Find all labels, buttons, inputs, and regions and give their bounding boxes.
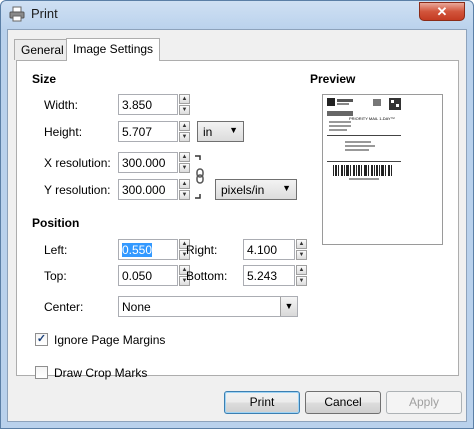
bottom-field[interactable]: 5.243 [243,265,295,286]
left-label: Left: [44,243,68,257]
bottom-spinner[interactable]: ▲ ▼ [296,265,307,286]
spin-down-icon[interactable]: ▼ [296,250,307,260]
tab-general-label: General [21,43,64,57]
image-settings-panel: Size Width: 3.850 ▲ ▼ Height: 5.707 ▲ ▼ in… [16,60,459,380]
print-button[interactable]: Print [224,391,300,414]
size-unit-value: in [203,125,213,139]
print-dialog: Print ✕ General Image Settings Size Widt… [0,0,474,429]
right-value: 4.100 [247,243,278,257]
crop-marks-label[interactable]: Draw Crop Marks [54,366,147,380]
size-header: Size [32,72,57,86]
center-select[interactable]: None ▼ [118,296,298,317]
dropdown-arrow-icon: ▼ [229,125,238,135]
top-field[interactable]: 0.050 [118,265,178,286]
chevron-down-icon[interactable]: ▼ [280,297,297,316]
x-resolution-field[interactable]: 300.000 [118,152,178,173]
spin-down-icon[interactable]: ▼ [179,105,190,115]
tab-image-settings[interactable]: Image Settings [66,38,161,61]
spin-down-icon[interactable]: ▼ [179,190,190,200]
window-title: Print [31,6,58,21]
printer-icon [9,6,25,22]
resolution-unit-value: pixels/in [221,183,265,197]
right-field[interactable]: 4.100 [243,239,295,260]
y-resolution-value: 300.000 [122,183,166,197]
apply-button[interactable]: Apply [386,391,462,414]
height-spinner[interactable]: ▲ ▼ [179,121,190,142]
height-value: 5.707 [122,125,153,139]
shipping-label-preview: PRIORITY MAIL 1-DAY™ [327,98,401,180]
height-label: Height: [44,125,83,139]
spin-up-icon[interactable]: ▲ [179,179,190,189]
right-label: Right: [186,243,218,257]
spin-up-icon[interactable]: ▲ [179,94,190,104]
bottom-label: Bottom: [186,269,228,283]
close-button[interactable]: ✕ [419,2,465,21]
checkmark-icon: ✓ [36,333,47,345]
center-value: None [122,300,151,314]
x-resolution-label: X resolution: [44,156,111,170]
y-resolution-field[interactable]: 300.000 [118,179,178,200]
preview-pane: PRIORITY MAIL 1-DAY™ [322,94,443,245]
width-spinner[interactable]: ▲ ▼ [179,94,190,115]
spin-up-icon[interactable]: ▲ [179,121,190,131]
spin-up-icon[interactable]: ▲ [296,265,307,275]
preview-label-title: PRIORITY MAIL 1-DAY™ [349,116,395,121]
position-header: Position [32,216,80,230]
top-value: 0.050 [122,269,153,283]
size-unit-select[interactable]: in ▼ [197,121,244,142]
ignore-margins-checkbox[interactable]: ✓ [35,333,48,346]
crop-marks-checkbox[interactable] [35,366,48,379]
height-field[interactable]: 5.707 [118,121,178,142]
preview-header: Preview [310,72,356,86]
dropdown-arrow-icon: ▼ [282,183,291,193]
center-label: Center: [44,300,84,314]
ignore-margins-label[interactable]: Ignore Page Margins [54,333,165,347]
cancel-button[interactable]: Cancel [305,391,381,414]
width-label: Width: [44,98,79,112]
title-bar[interactable]: Print ✕ [1,1,473,27]
spin-down-icon[interactable]: ▼ [179,163,190,173]
width-field[interactable]: 3.850 [118,94,178,115]
resolution-unit-select[interactable]: pixels/in ▼ [215,179,297,200]
left-value: 0.550 [122,243,153,257]
width-value: 3.850 [122,98,153,112]
left-field[interactable]: 0.550 [118,239,178,260]
chain-link-icon[interactable] [193,154,207,200]
right-spinner[interactable]: ▲ ▼ [296,239,307,260]
spin-down-icon[interactable]: ▼ [296,276,307,286]
y-resolution-spinner[interactable]: ▲ ▼ [179,179,190,200]
top-label: Top: [44,269,67,283]
x-resolution-value: 300.000 [122,156,166,170]
tab-image-settings-label: Image Settings [73,42,154,56]
spin-up-icon[interactable]: ▲ [179,152,190,162]
tab-general[interactable]: General [14,39,71,60]
y-resolution-label: Y resolution: [44,183,111,197]
spin-up-icon[interactable]: ▲ [296,239,307,249]
x-resolution-spinner[interactable]: ▲ ▼ [179,152,190,173]
spin-down-icon[interactable]: ▼ [179,132,190,142]
bottom-value: 5.243 [247,269,278,283]
dialog-body: General Image Settings Size Width: 3.850… [7,29,467,422]
